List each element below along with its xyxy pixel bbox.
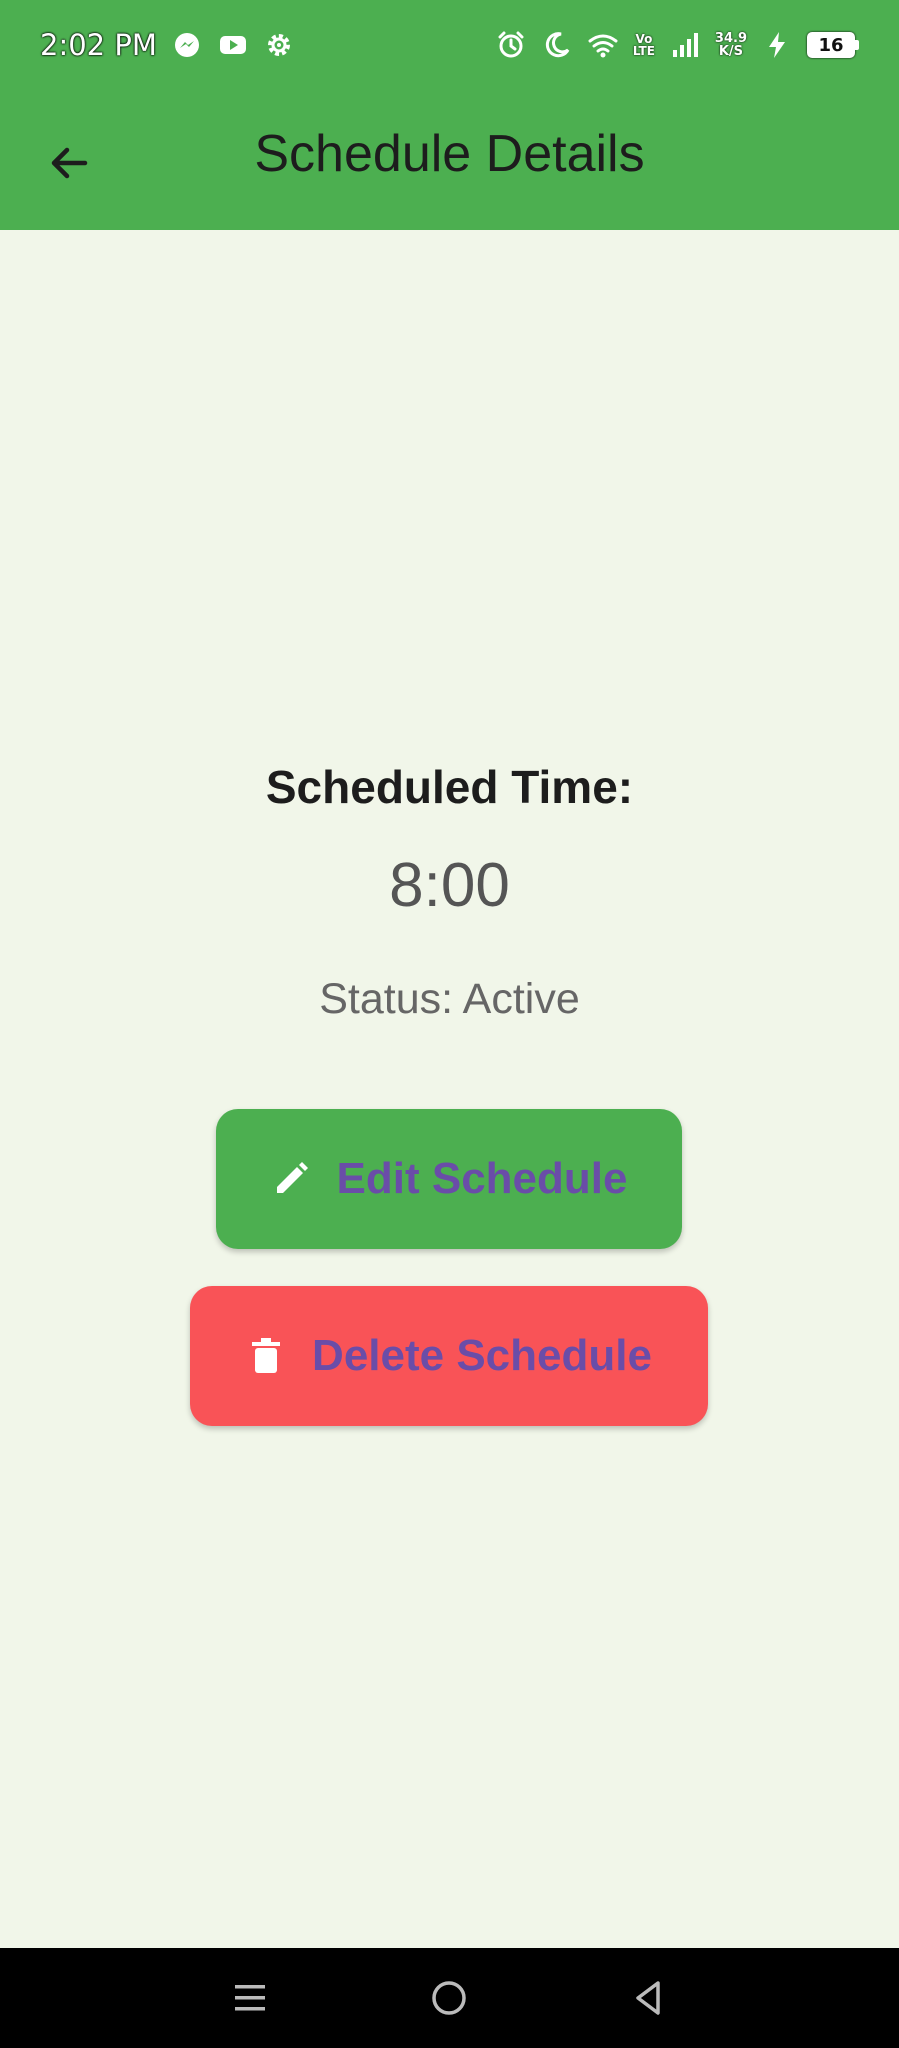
schedule-status: Status: Active bbox=[319, 975, 580, 1023]
status-time: 2:02 PM bbox=[40, 28, 157, 62]
messenger-icon bbox=[171, 29, 203, 61]
status-bar: 2:02 PM Vo LTE 34.9 K/S 16 bbox=[0, 0, 899, 90]
volte-bottom: LTE bbox=[632, 44, 655, 58]
youtube-icon bbox=[217, 29, 249, 61]
battery-tip bbox=[855, 40, 859, 50]
volte-indicator: Vo LTE bbox=[633, 33, 655, 57]
scheduled-time-label: Scheduled Time: bbox=[265, 761, 634, 813]
delete-schedule-label: Delete Schedule bbox=[312, 1331, 652, 1380]
signal-bars-icon bbox=[669, 29, 701, 61]
system-navigation-bar bbox=[0, 1948, 899, 2048]
wifi-icon bbox=[587, 29, 619, 61]
status-right: Vo LTE 34.9 K/S 16 bbox=[495, 29, 859, 61]
edit-schedule-label: Edit Schedule bbox=[336, 1154, 628, 1203]
delete-schedule-button[interactable]: Delete Schedule bbox=[190, 1286, 708, 1426]
nav-back-button[interactable] bbox=[619, 1968, 679, 2028]
net-speed-unit: K/S bbox=[718, 44, 744, 59]
battery-level: 16 bbox=[807, 32, 855, 58]
home-circle-icon bbox=[428, 1977, 470, 2019]
do-not-disturb-moon-icon bbox=[541, 29, 573, 61]
scheduled-time-value: 8:00 bbox=[389, 851, 510, 920]
back-triangle-icon bbox=[628, 1977, 670, 2019]
settings-gear-icon bbox=[263, 29, 295, 61]
charging-bolt-icon bbox=[761, 29, 793, 61]
nav-home-button[interactable] bbox=[419, 1968, 479, 2028]
net-speed: 34.9 K/S bbox=[715, 32, 747, 58]
page-title: Schedule Details bbox=[254, 125, 645, 183]
schedule-details-content: Scheduled Time: 8:00 Status: Active Edit… bbox=[0, 230, 899, 1948]
pencil-icon bbox=[271, 1159, 311, 1199]
edit-schedule-button[interactable]: Edit Schedule bbox=[216, 1109, 682, 1249]
battery-indicator: 16 bbox=[807, 32, 859, 58]
nav-menu-button[interactable] bbox=[220, 1968, 280, 2028]
status-left: 2:02 PM bbox=[40, 28, 295, 62]
alarm-icon bbox=[495, 29, 527, 61]
menu-icon bbox=[229, 1977, 271, 2019]
app-bar: Schedule Details bbox=[0, 90, 899, 230]
trash-icon bbox=[246, 1336, 286, 1376]
